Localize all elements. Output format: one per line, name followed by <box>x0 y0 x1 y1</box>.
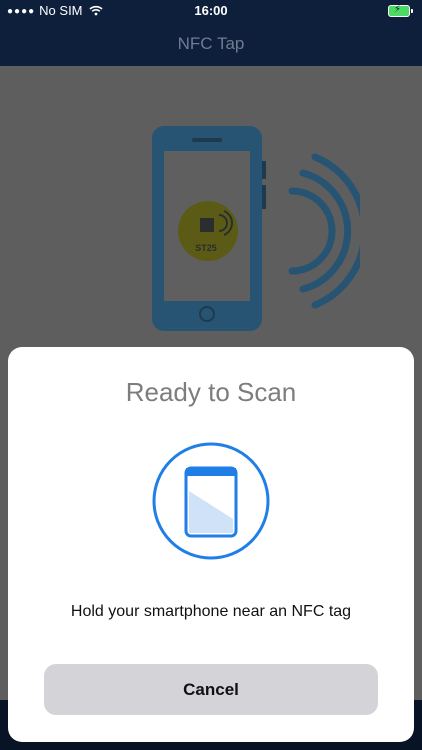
illustration-wave-2 <box>299 169 352 293</box>
illustration-wave-1 <box>288 187 336 275</box>
status-time: 16:00 <box>194 3 228 18</box>
sheet-title: Ready to Scan <box>125 377 297 407</box>
nav-bar: NFC Tap <box>0 22 422 66</box>
phone-scan-icon <box>152 442 270 560</box>
bolt-icon: ⚡ <box>394 4 402 15</box>
cancel-button[interactable]: Cancel <box>44 664 378 715</box>
page-title: NFC Tap <box>177 34 245 53</box>
illustration-tag-label: ST25 <box>195 243 217 253</box>
status-bar: ●●●● No SIM 16:00 ⚡ <box>0 0 422 22</box>
sheet-message: Hold your smartphone near an NFC tag <box>70 603 352 620</box>
nfc-scan-sheet: Ready to Scan Hold your smartphone near … <box>8 347 414 742</box>
battery-charging-icon: ⚡ <box>388 4 413 17</box>
